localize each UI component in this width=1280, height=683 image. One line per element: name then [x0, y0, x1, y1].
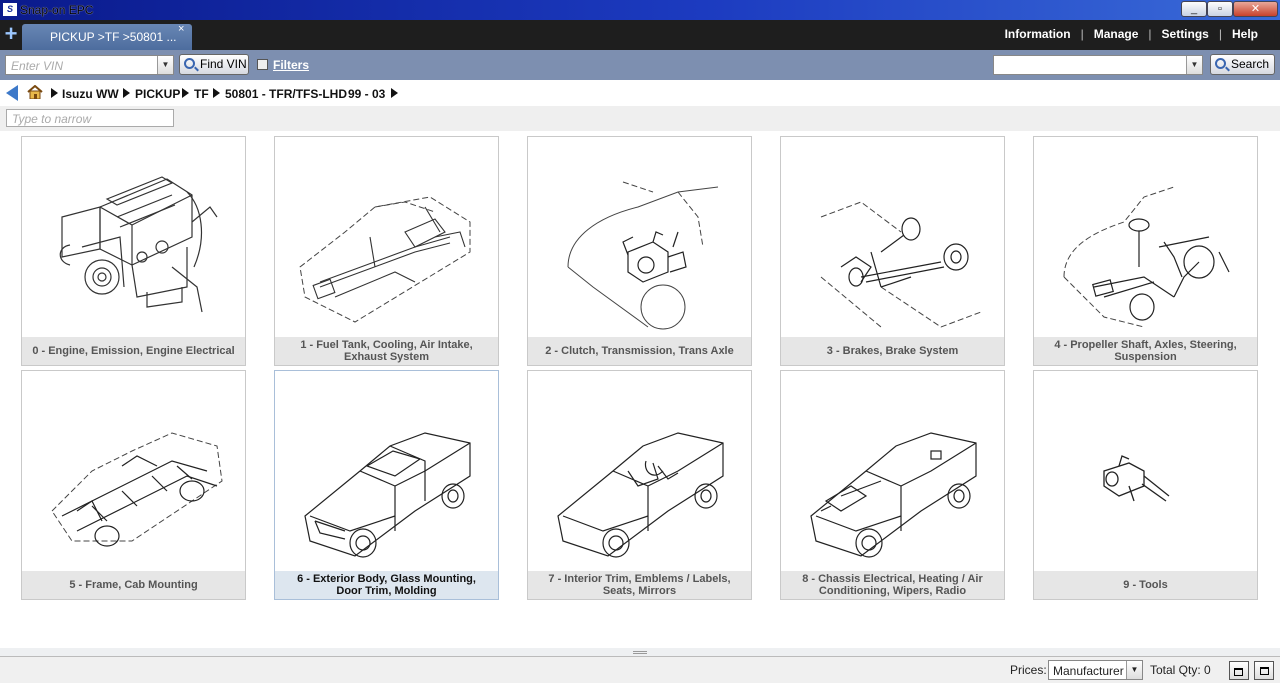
- crumb-model[interactable]: PICKUP: [135, 87, 180, 101]
- category-card-1[interactable]: 1 - Fuel Tank, Cooling, Air Intake, Exha…: [274, 136, 499, 366]
- category-label: 2 - Clutch, Transmission, Trans Axle: [528, 337, 751, 365]
- category-label: 9 - Tools: [1034, 571, 1257, 599]
- exterior-body-illustration: [304, 432, 471, 558]
- category-label: 8 - Chassis Electrical, Heating / Air Co…: [781, 571, 1004, 599]
- category-card-0[interactable]: 0 - Engine, Emission, Engine Electrical: [21, 136, 246, 366]
- menu-information[interactable]: Information: [995, 27, 1081, 41]
- restore-icon: [1234, 668, 1243, 676]
- clutch-illustration: [567, 181, 719, 330]
- search-label: Search: [1231, 57, 1270, 71]
- filters-checkbox[interactable]: [257, 59, 268, 70]
- chevron-down-icon[interactable]: ▼: [1186, 56, 1202, 74]
- crumb-separator-icon: [51, 88, 58, 98]
- new-tab-plus-icon[interactable]: +: [0, 20, 22, 50]
- maximize-button[interactable]: ▫: [1207, 1, 1233, 17]
- category-card-8[interactable]: 8 - Chassis Electrical, Heating / Air Co…: [780, 370, 1005, 600]
- breadcrumb: Isuzu WW PICKUP TF 50801 - TFR/TFS-LHD 9…: [0, 82, 1280, 106]
- tab-close-icon[interactable]: ×: [178, 23, 184, 35]
- crumb-variant[interactable]: 50801 - TFR/TFS-LHD: [225, 87, 347, 101]
- filters-link[interactable]: Filters: [273, 58, 309, 72]
- crumb-separator-icon: [182, 88, 189, 98]
- restore-window-button[interactable]: [1229, 661, 1249, 680]
- vin-placeholder: Enter VIN: [11, 59, 64, 73]
- prices-label: Prices:: [1010, 663, 1047, 677]
- category-label: 1 - Fuel Tank, Cooling, Air Intake, Exha…: [275, 337, 498, 365]
- tab-pickup[interactable]: PICKUP >TF >50801 ... ×: [22, 23, 192, 50]
- category-label: 0 - Engine, Emission, Engine Electrical: [22, 337, 245, 365]
- fuel-system-illustration: [299, 196, 471, 323]
- category-card-2[interactable]: 2 - Clutch, Transmission, Trans Axle: [527, 136, 752, 366]
- narrow-bar: Type to narrow: [0, 106, 1280, 131]
- chevron-down-icon[interactable]: ▼: [1126, 661, 1142, 679]
- menu-manage[interactable]: Manage: [1084, 27, 1149, 41]
- narrow-input[interactable]: Type to narrow: [6, 109, 174, 127]
- tools-illustration: [1103, 455, 1170, 502]
- search-input[interactable]: ▼: [993, 55, 1203, 75]
- search-icon: [184, 58, 195, 69]
- maximize-icon: [1260, 667, 1269, 675]
- category-label: 7 - Interior Trim, Emblems / Labels, Sea…: [528, 571, 751, 599]
- status-bar: Prices: Manufacturer ▼ Total Qty: 0: [0, 656, 1280, 683]
- back-arrow-icon[interactable]: [6, 85, 18, 101]
- category-card-3[interactable]: 3 - Brakes, Brake System: [780, 136, 1005, 366]
- minimize-button[interactable]: _: [1181, 1, 1207, 17]
- category-card-4[interactable]: 4 - Propeller Shaft, Axles, Steering, Su…: [1033, 136, 1258, 366]
- category-label: 6 - Exterior Body, Glass Mounting, Door …: [275, 571, 498, 599]
- toolbar: Enter VIN ▼ Find VIN Filters ▼ Search: [0, 50, 1280, 80]
- category-label: 5 - Frame, Cab Mounting: [22, 571, 245, 599]
- brakes-illustration: [820, 201, 982, 328]
- frame-illustration: [51, 432, 223, 547]
- narrow-placeholder: Type to narrow: [12, 112, 92, 126]
- category-card-9[interactable]: 9 - Tools: [1033, 370, 1258, 600]
- window-title: Snap-on EPC: [20, 3, 94, 17]
- category-label: 3 - Brakes, Brake System: [781, 337, 1004, 365]
- category-card-5[interactable]: 5 - Frame, Cab Mounting: [21, 370, 246, 600]
- prices-value: Manufacturer: [1053, 664, 1124, 678]
- vin-input[interactable]: Enter VIN ▼: [5, 55, 174, 75]
- grip-icon: [633, 651, 647, 654]
- maximize-pane-button[interactable]: [1254, 661, 1274, 680]
- crumb-separator-icon: [213, 88, 220, 98]
- tab-bar: + PICKUP >TF >50801 ... × Information | …: [0, 20, 1280, 50]
- menu-help[interactable]: Help: [1222, 27, 1268, 41]
- search-icon: [1215, 58, 1226, 69]
- pane-splitter[interactable]: [0, 648, 1280, 656]
- chassis-electrical-illustration: [810, 432, 977, 558]
- crumb-series[interactable]: TF: [194, 87, 209, 101]
- category-card-6[interactable]: 6 - Exterior Body, Glass Mounting, Door …: [274, 370, 499, 600]
- find-vin-label: Find VIN: [200, 57, 247, 71]
- menu-settings[interactable]: Settings: [1152, 27, 1219, 41]
- home-icon[interactable]: [27, 85, 43, 99]
- tab-label: PICKUP >TF >50801 ...: [50, 30, 177, 44]
- interior-trim-illustration: [557, 432, 724, 558]
- engine-illustration: [59, 176, 218, 313]
- close-window-button[interactable]: ✕: [1233, 1, 1278, 17]
- total-qty: Total Qty: 0: [1150, 663, 1211, 677]
- category-label: 4 - Propeller Shaft, Axles, Steering, Su…: [1034, 337, 1257, 365]
- title-bar: S Snap-on EPC _ ▫ ✕: [0, 0, 1280, 20]
- category-card-7[interactable]: 7 - Interior Trim, Emblems / Labels, Sea…: [527, 370, 752, 600]
- crumb-make[interactable]: Isuzu WW: [62, 87, 119, 101]
- search-button[interactable]: Search: [1210, 54, 1275, 75]
- app-logo-icon: S: [3, 3, 17, 16]
- prices-select[interactable]: Manufacturer ▼: [1048, 660, 1143, 680]
- crumb-separator-icon: [123, 88, 130, 98]
- top-menu: Information | Manage | Settings | Help: [995, 27, 1268, 41]
- steering-illustration: [1063, 186, 1230, 328]
- crumb-separator-icon: [391, 88, 398, 98]
- chevron-down-icon[interactable]: ▼: [157, 56, 173, 74]
- crumb-years[interactable]: 99 - 03: [348, 87, 385, 101]
- find-vin-button[interactable]: Find VIN: [179, 54, 249, 75]
